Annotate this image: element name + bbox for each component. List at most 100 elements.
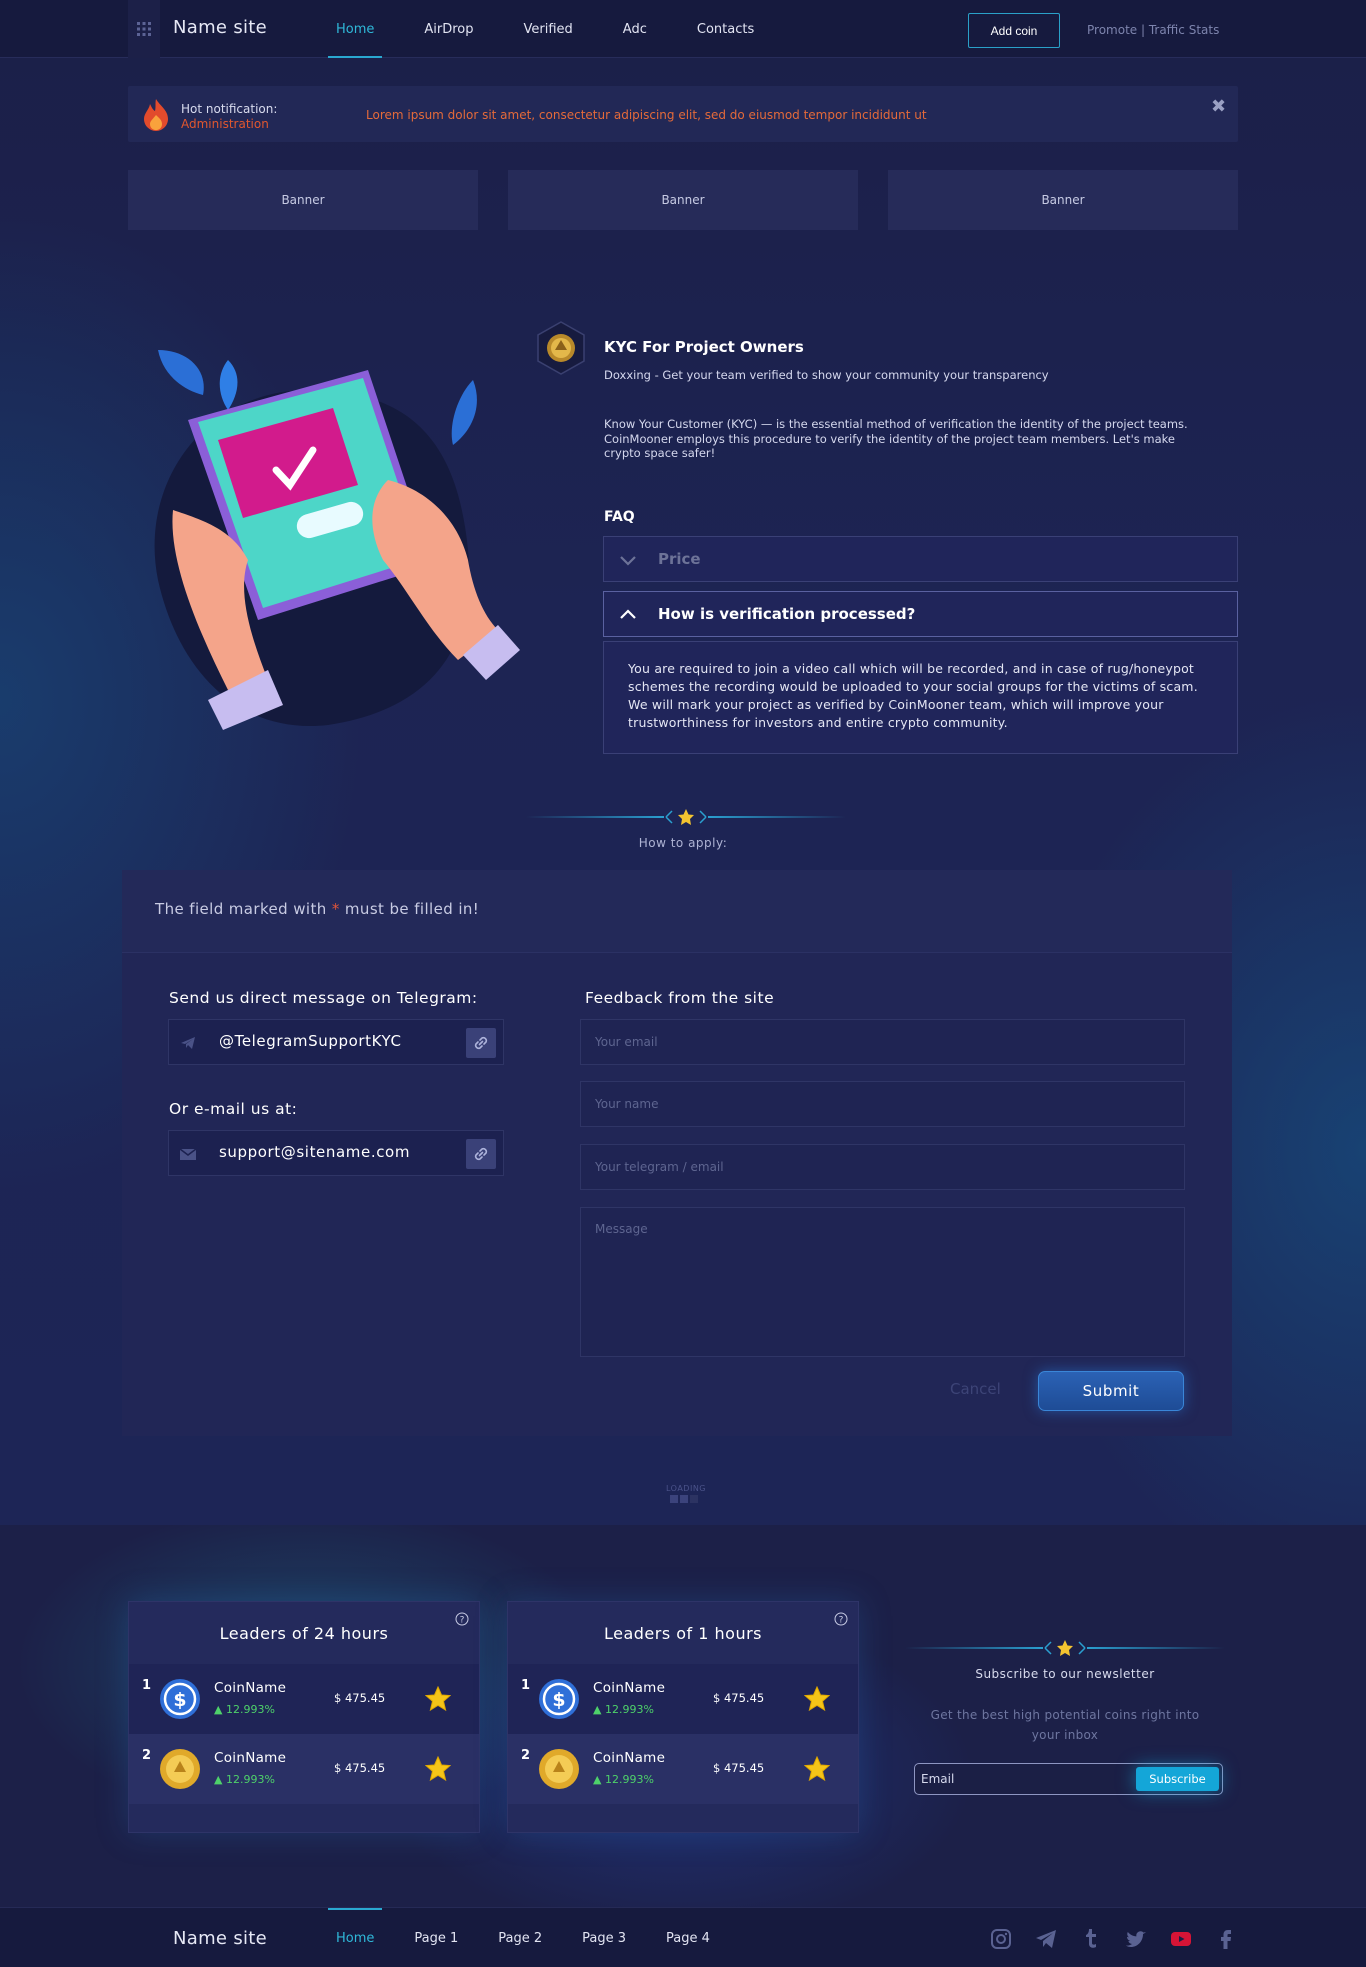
- leader-row[interactable]: 2 CoinName ▲ 12.993% $ 475.45: [508, 1734, 858, 1804]
- chevron-down-icon: [620, 556, 636, 566]
- footer-nav-page-2[interactable]: Page 2: [490, 1908, 550, 1967]
- name-field[interactable]: [580, 1081, 1185, 1127]
- leader-row[interactable]: 2 CoinName ▲ 12.993% $ 475.45: [129, 1734, 479, 1804]
- youtube-icon[interactable]: [1158, 1924, 1203, 1954]
- coin-name: CoinName: [593, 1750, 666, 1766]
- star-icon[interactable]: [804, 1756, 830, 1782]
- telegram-email-field[interactable]: [580, 1144, 1185, 1190]
- nav-adc[interactable]: Adc: [615, 0, 655, 58]
- leaders-card-24h: Leaders of 24 hours ? 1 $ CoinName ▲ 12.…: [128, 1601, 480, 1833]
- nav-airdrop[interactable]: AirDrop: [416, 0, 481, 58]
- coin-price: $ 475.45: [334, 1761, 386, 1775]
- leaders-title: Leaders of 24 hours: [219, 1624, 389, 1643]
- svg-text:?: ?: [460, 1616, 465, 1626]
- kyc-description: Know Your Customer (KYC) — is the essent…: [604, 417, 1188, 460]
- footer: Name site Home Page 1 Page 2 Page 3 Page…: [0, 1907, 1366, 1967]
- subscribe-button[interactable]: Subscribe: [1136, 1767, 1219, 1791]
- link-icon[interactable]: [466, 1028, 496, 1058]
- dollar-coin-icon: $: [539, 1679, 579, 1719]
- add-coin-button[interactable]: Add coin: [968, 13, 1060, 48]
- help-icon[interactable]: ?: [455, 1612, 469, 1626]
- twitter-icon[interactable]: [1113, 1924, 1158, 1954]
- star-icon[interactable]: [804, 1686, 830, 1712]
- star-icon[interactable]: [425, 1756, 451, 1782]
- coin-price: $ 475.45: [334, 1691, 386, 1705]
- leaders-title: Leaders of 1 hours: [603, 1624, 763, 1643]
- leader-row[interactable]: 1 $ CoinName ▲ 12.993% $ 475.45: [129, 1664, 479, 1734]
- footer-nav: Home Page 1 Page 2 Page 3 Page 4: [328, 1908, 742, 1967]
- footer-nav-page-3[interactable]: Page 3: [574, 1908, 634, 1967]
- leader-row[interactable]: 1 $ CoinName ▲ 12.993% $ 475.45: [508, 1664, 858, 1734]
- telegram-label: Send us direct message on Telegram:: [169, 989, 478, 1007]
- main-nav: Home AirDrop Verified Adc Contacts: [328, 0, 796, 58]
- how-to-apply-label: How to apply:: [638, 836, 728, 850]
- required-note: The field marked with * must be filled i…: [155, 900, 480, 918]
- coin-change: ▲ 12.993%: [214, 1773, 275, 1786]
- telegram-contact-box: @TelegramSupportKYC: [168, 1019, 504, 1065]
- promote-traffic-link[interactable]: Promote | Traffic Stats: [1087, 23, 1219, 37]
- nav-verified[interactable]: Verified: [516, 0, 581, 58]
- mail-icon: [179, 1148, 197, 1160]
- telegram-icon[interactable]: [1023, 1924, 1068, 1954]
- footer-nav-page-1[interactable]: Page 1: [406, 1908, 466, 1967]
- dollar-coin-icon: $: [160, 1679, 200, 1719]
- kyc-tablet-illustration: [154, 350, 520, 730]
- banner-1[interactable]: Banner: [128, 170, 478, 230]
- footer-site-name[interactable]: Name site: [173, 1928, 267, 1949]
- apps-grid-icon[interactable]: [128, 0, 160, 58]
- submit-button[interactable]: Submit: [1038, 1371, 1184, 1411]
- support-email: support@sitename.com: [219, 1143, 411, 1161]
- feedback-title: Feedback from the site: [585, 989, 775, 1007]
- social-links: [978, 1924, 1248, 1954]
- leader-rank: 1: [142, 1678, 152, 1693]
- coin-price: $ 475.45: [713, 1691, 765, 1705]
- tumblr-icon[interactable]: [1068, 1924, 1113, 1954]
- gold-coin-icon: [160, 1749, 200, 1789]
- message-field[interactable]: [580, 1207, 1185, 1357]
- star-divider: [905, 1640, 1225, 1656]
- faq-item-price[interactable]: Price: [603, 536, 1238, 582]
- star-divider: [526, 809, 846, 825]
- faq-answer: You are required to join a video call wh…: [603, 641, 1238, 754]
- link-icon[interactable]: [466, 1139, 496, 1169]
- loading-label: LOADING: [666, 1484, 707, 1493]
- svg-text:$: $: [173, 1689, 186, 1711]
- kyc-subtitle: Doxxing - Get your team verified to show…: [604, 368, 1049, 382]
- newsletter-form: Subscribe: [914, 1763, 1223, 1795]
- email-field[interactable]: [580, 1019, 1185, 1065]
- footer-nav-page-4[interactable]: Page 4: [658, 1908, 718, 1967]
- help-icon[interactable]: ?: [834, 1612, 848, 1626]
- faq-item-verification[interactable]: How is verification processed?: [603, 591, 1238, 637]
- nav-home[interactable]: Home: [328, 0, 383, 58]
- kyc-title: KYC For Project Owners: [604, 338, 804, 356]
- footer-nav-home[interactable]: Home: [328, 1908, 383, 1967]
- email-contact-box: support@sitename.com: [168, 1130, 504, 1176]
- chevron-up-icon: [620, 609, 636, 619]
- newsletter-title: Subscribe to our newsletter: [975, 1667, 1155, 1681]
- nav-contacts[interactable]: Contacts: [689, 0, 762, 58]
- fire-icon: [144, 99, 168, 131]
- cancel-button[interactable]: Cancel: [950, 1380, 1001, 1398]
- newsletter-description: Get the best high potential coins right …: [930, 1708, 1200, 1742]
- newsletter-email-input[interactable]: [921, 1768, 1121, 1790]
- close-icon[interactable]: ✖: [1211, 96, 1226, 117]
- loading-indicator: [670, 1495, 698, 1503]
- gold-coin-icon: [539, 1749, 579, 1789]
- star-icon[interactable]: [425, 1686, 451, 1712]
- leader-rank: 2: [142, 1748, 152, 1763]
- coin-price: $ 475.45: [713, 1761, 765, 1775]
- instagram-icon[interactable]: [978, 1924, 1023, 1954]
- leader-rank: 1: [521, 1678, 531, 1693]
- leader-rank: 2: [521, 1748, 531, 1763]
- faq-question: Price: [658, 550, 701, 568]
- coin-change: ▲ 12.993%: [593, 1703, 654, 1716]
- facebook-icon[interactable]: [1203, 1924, 1248, 1954]
- svg-text:?: ?: [839, 1616, 844, 1626]
- kyc-badge-icon: [537, 321, 585, 375]
- site-logo-name[interactable]: Name site: [173, 17, 267, 38]
- faq-heading: FAQ: [604, 509, 635, 525]
- banner-2[interactable]: Banner: [508, 170, 858, 230]
- banner-3[interactable]: Banner: [888, 170, 1238, 230]
- svg-text:$: $: [552, 1689, 565, 1711]
- leaders-card-1h: Leaders of 1 hours ? 1 $ CoinName ▲ 12.9…: [507, 1601, 859, 1833]
